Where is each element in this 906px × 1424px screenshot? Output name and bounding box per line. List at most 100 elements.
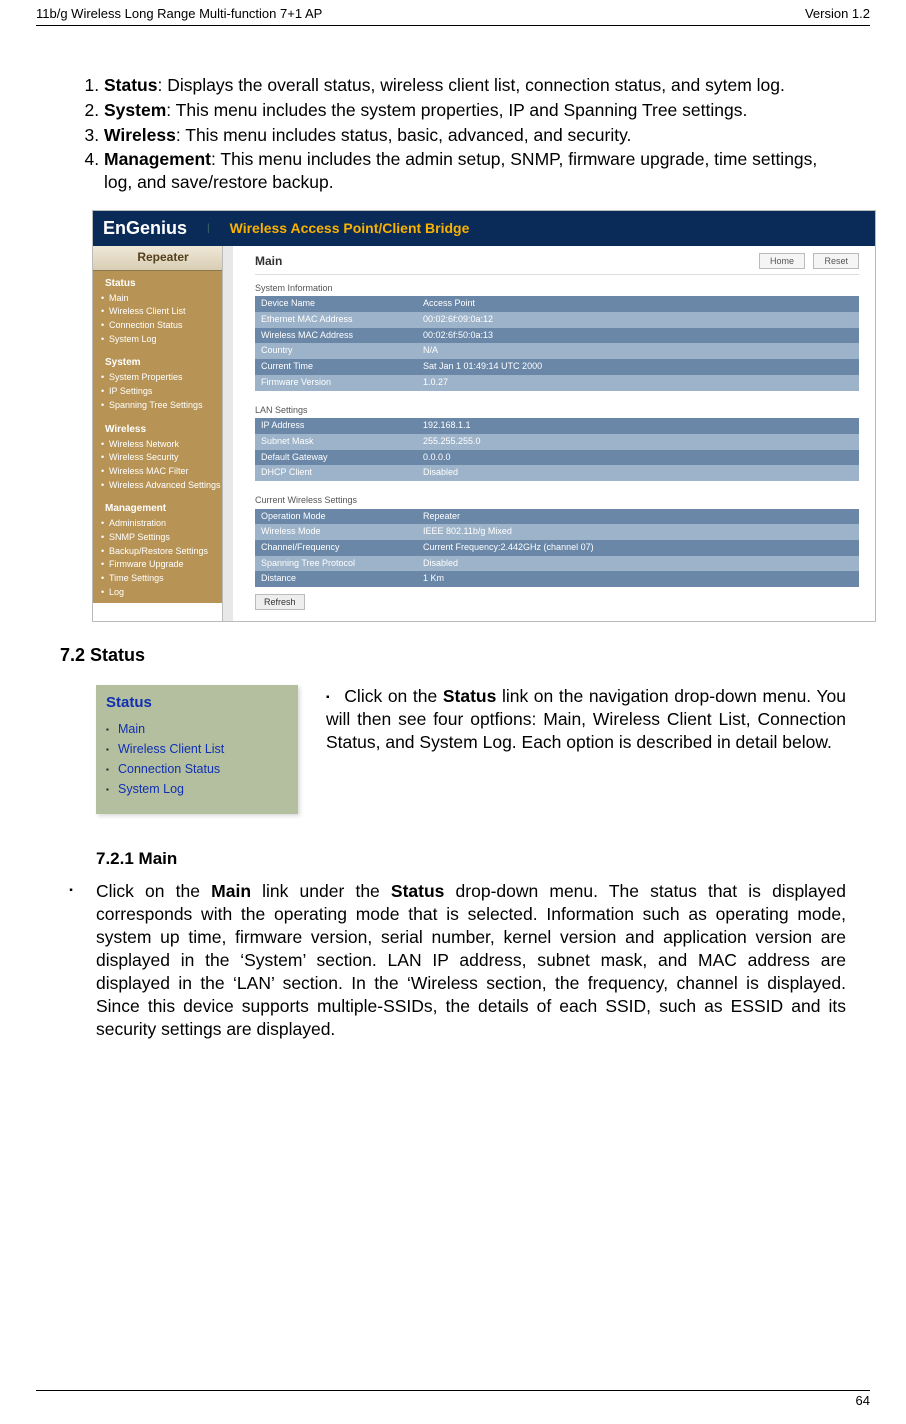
cell-key: Wireless MAC Address [255,328,417,344]
reset-button[interactable]: Reset [813,253,859,269]
mp-b2: Status [391,881,444,901]
router-topbar: EnGenius | Wireless Access Point/Client … [93,211,875,246]
cell-key: DHCP Client [255,465,417,481]
sidebar-item[interactable]: Wireless Client List [93,305,233,319]
main-subheading: 7.2.1 Main [96,848,846,870]
sidebar-item[interactable]: Wireless Network [93,438,233,452]
list-item: Status: Displays the overall status, wir… [104,74,846,97]
cell-val: 1.0.27 [417,375,859,391]
sidebar-item[interactable]: System Log [93,333,233,347]
cell-val: 0.0.0.0 [417,450,859,466]
status-menu-screenshot: Status Main Wireless Client List Connect… [96,685,298,814]
mp-mid1: link under the [251,881,391,901]
sidebar-item[interactable]: Wireless MAC Filter [93,465,233,479]
sidebar-mode: Repeater [93,246,233,271]
router-body: Repeater Status Main Wireless Client Lis… [93,246,875,621]
scrollbar[interactable] [222,246,233,621]
intro-text: : This menu includes the admin setup, SN… [104,149,817,192]
status-para-bold: Status [443,686,496,706]
cell-val: 00:02:6f:09:0a:12 [417,312,859,328]
home-button[interactable]: Home [759,253,805,269]
sidebar-item[interactable]: Administration [93,517,233,531]
cell-key: Device Name [255,296,417,312]
status-para-pre: Click on the [344,686,443,706]
list-item: Management: This menu includes the admin… [104,148,846,194]
intro-label: Management [104,149,211,169]
cell-key: Firmware Version [255,375,417,391]
sidebar-section: Management Administration SNMP Settings … [93,496,233,603]
sidebar-head-system: System [93,350,233,371]
cell-key: Operation Mode [255,509,417,525]
sidebar-item[interactable]: Time Settings [93,572,233,586]
cell-key: Wireless Mode [255,524,417,540]
lan-settings-table: IP Address192.168.1.1 Subnet Mask255.255… [255,418,859,481]
cell-key: IP Address [255,418,417,434]
sidebar-item[interactable]: Backup/Restore Settings [93,545,233,559]
sidebar-item[interactable]: Wireless Advanced Settings [93,479,233,493]
table-caption: System Information [255,279,859,297]
intro-text: : Displays the overall status, wireless … [157,75,784,95]
intro-text: : This menu includes status, basic, adva… [176,125,632,145]
cell-val: Disabled [417,465,859,481]
refresh-button[interactable]: Refresh [255,594,305,610]
mp-b1: Main [211,881,251,901]
intro-label: Wireless [104,125,176,145]
main-paragraph-text: Click on the Main link under the Status … [96,880,846,1042]
sidebar-item[interactable]: Log [93,586,233,600]
page: 11b/g Wireless Long Range Multi-function… [0,0,906,1424]
sidebar-item[interactable]: Wireless Security [93,451,233,465]
cell-val: IEEE 802.11b/g Mixed [417,524,859,540]
header-right: Version 1.2 [805,6,870,21]
bullet-icon: ▪ [60,880,82,1042]
sidebar-item[interactable]: Firmware Upgrade [93,558,233,572]
sidebar-section: Status Main Wireless Client List Connect… [93,271,233,351]
sidebar-item[interactable]: System Properties [93,371,233,385]
sidebar-section: Wireless Wireless Network Wireless Secur… [93,417,233,497]
sidebar-item[interactable]: IP Settings [93,385,233,399]
sidebar-section: System System Properties IP Settings Spa… [93,350,233,416]
cell-val: Current Frequency:2.442GHz (channel 07) [417,540,859,556]
cell-val: Sat Jan 1 01:49:14 UTC 2000 [417,359,859,375]
cell-key: Default Gateway [255,450,417,466]
cell-val: 255.255.255.0 [417,434,859,450]
header-left: 11b/g Wireless Long Range Multi-function… [36,6,322,21]
brand-logo: EnGenius [103,217,187,240]
status-heading: 7.2 Status [60,644,846,667]
running-header: 11b/g Wireless Long Range Multi-function… [36,6,870,26]
mp-post1: drop-down menu. The status that is displ… [96,881,846,1040]
cell-key: Spanning Tree Protocol [255,556,417,572]
bullet-icon [326,686,344,706]
footer: 64 [36,1390,870,1408]
status-menu-item[interactable]: Connection Status [106,759,288,779]
status-menu-item[interactable]: Wireless Client List [106,739,288,759]
router-title: Wireless Access Point/Client Bridge [230,219,470,237]
cell-key: Country [255,343,417,359]
cell-val: N/A [417,343,859,359]
main-head: Main Home Reset [255,254,859,275]
cell-key: Current Time [255,359,417,375]
content: Status: Displays the overall status, wir… [36,26,870,1041]
intro-label: System [104,100,166,120]
sidebar-item[interactable]: Main [93,292,233,306]
status-block: Status Main Wireless Client List Connect… [96,685,846,814]
table-caption: Current Wireless Settings [255,491,859,509]
sidebar-item[interactable]: SNMP Settings [93,531,233,545]
cell-val: Repeater [417,509,859,525]
status-menu-item[interactable]: System Log [106,779,288,799]
status-menu-item[interactable]: Main [106,719,288,739]
table-caption: LAN Settings [255,401,859,419]
sidebar-item[interactable]: Connection Status [93,319,233,333]
cell-val: 1 Km [417,571,859,587]
main-heading: Main [255,254,282,270]
main-paragraph: ▪ Click on the Main link under the Statu… [60,880,846,1042]
sidebar: Repeater Status Main Wireless Client Lis… [93,246,233,603]
sidebar-item[interactable]: Spanning Tree Settings [93,399,233,413]
cell-key: Subnet Mask [255,434,417,450]
system-info-table: Device NameAccess Point Ethernet MAC Add… [255,296,859,390]
status-menu-list: Main Wireless Client List Connection Sta… [106,719,288,800]
intro-list: Status: Displays the overall status, wir… [60,74,846,194]
cell-key: Distance [255,571,417,587]
cell-val: Disabled [417,556,859,572]
intro-label: Status [104,75,157,95]
cell-val: Access Point [417,296,859,312]
